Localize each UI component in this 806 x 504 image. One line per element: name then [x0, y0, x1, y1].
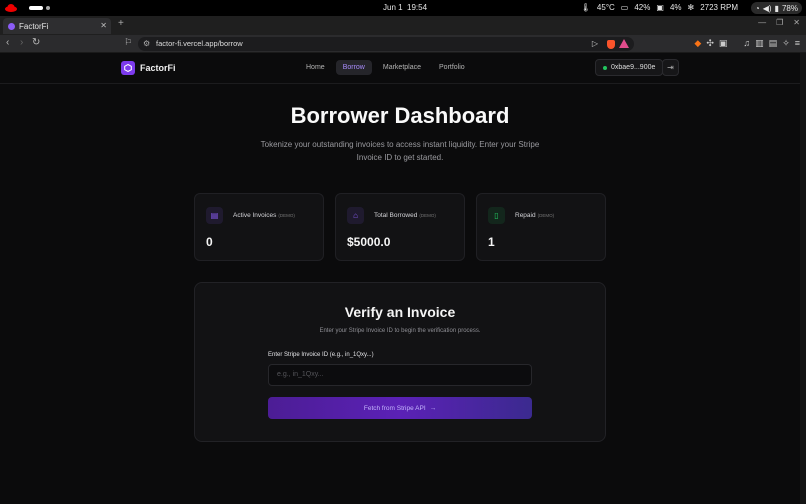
fetch-button-label: Fetch from Stripe API — [363, 404, 426, 412]
nav-borrow[interactable]: Borrow — [335, 60, 372, 75]
mem-readout: 4% — [669, 3, 682, 12]
page-subtitle: Tokenize your outstanding invoices to ac… — [260, 140, 540, 162]
favicon-icon — [8, 22, 15, 30]
window-controls: — ❐ ✕ — [758, 18, 800, 27]
wallet-address: 0xbae9...900e — [611, 64, 656, 71]
clock-date: Jun 1 — [383, 3, 403, 12]
cpu-icon: ▭ — [620, 3, 629, 12]
browser-tab[interactable]: FactorFi ✕ — [3, 18, 111, 34]
reload-icon[interactable]: ↻ — [32, 37, 40, 48]
tab-title: FactorFi — [19, 21, 49, 31]
brand-name[interactable]: FactorFi — [140, 63, 176, 73]
stat-label-text: Active Invoices — [233, 212, 277, 219]
stat-card-repaid: ▯ Repaid (DEMO) 1 — [476, 193, 606, 261]
brave-shields-icon[interactable] — [607, 40, 615, 49]
menu-icon[interactable]: ≡ — [795, 38, 800, 49]
battery-icon: ▮ — [774, 3, 779, 13]
toolbar-spacer — [732, 38, 738, 49]
page-title: Borrower Dashboard — [290, 103, 510, 128]
web-page: FactorFi Home Borrow Marketplace Portfol… — [0, 53, 800, 504]
page-scrollbar[interactable] — [800, 53, 806, 504]
stat-value: 0 — [206, 235, 213, 249]
invoice-id-label: Enter Stripe Invoice ID (e.g., in_1Qxy..… — [268, 352, 374, 358]
clock-time: 19:54 — [407, 3, 428, 12]
arrow-right-icon: → — [429, 404, 437, 412]
system-stats: 🌡 45°C ▭ 42% ▣ 4% ✻ 2723 RPM — [581, 3, 738, 12]
wallet-button[interactable]: 0xbae9...900e — [595, 59, 664, 76]
briefcase-icon: ▤ — [206, 207, 223, 224]
leo-icon[interactable]: ✧ — [782, 38, 790, 49]
extensions-area: ◆ ✣ ▣ ♫ ▥ ▤ ✧ ≡ — [694, 38, 800, 49]
nav-marketplace[interactable]: Marketplace — [376, 60, 428, 75]
system-top-bar: Jun 1 19:54 🌡 45°C ▭ 42% ▣ 4% ✻ 2723 RPM ◔ ◀… — [0, 0, 806, 16]
maximize-icon[interactable]: ❐ — [776, 18, 783, 27]
status-tray[interactable]: ◔ ◀) ▮ 78% — [750, 2, 802, 14]
receipt-icon: ▯ — [488, 207, 505, 224]
sidebar-icon[interactable]: ▥ — [755, 38, 764, 49]
minimize-icon[interactable]: — — [758, 18, 766, 27]
brave-rewards-icon[interactable] — [619, 39, 629, 48]
wallet-icon[interactable]: ▤ — [769, 38, 778, 49]
nav-home[interactable]: Home — [299, 60, 332, 75]
extension-puzzle-icon[interactable]: ✣ — [706, 38, 714, 49]
bank-icon: ⌂ — [347, 207, 364, 224]
stat-label-text: Total Borrowed — [374, 212, 418, 219]
stat-value: $5000.0 — [347, 235, 391, 249]
site-settings-icon[interactable]: ⚙ — [143, 37, 150, 51]
verify-subtitle: Enter your Stripe Invoice ID to begin th… — [319, 328, 481, 334]
demo-tag: (DEMO) — [537, 213, 555, 218]
fan-readout: 2723 RPM — [700, 3, 738, 12]
fetch-stripe-button[interactable]: Fetch from Stripe API → — [268, 397, 532, 419]
stat-label: Repaid (DEMO) — [515, 212, 554, 219]
extension-box-icon[interactable]: ▣ — [719, 38, 728, 49]
system-clock[interactable]: Jun 1 19:54 — [383, 3, 427, 12]
logout-icon: ⇥ — [667, 63, 674, 72]
share-icon[interactable]: ▷ — [592, 37, 598, 51]
stat-label: Total Borrowed (DEMO) — [374, 212, 436, 219]
stat-label: Active Invoices (DEMO) — [233, 212, 295, 219]
verify-title: Verify an Invoice — [344, 304, 456, 320]
stat-label-text: Repaid — [515, 212, 536, 219]
fan-icon: ✻ — [687, 3, 695, 12]
forward-icon[interactable]: › — [20, 37, 23, 48]
cpu-readout: 42% — [634, 3, 651, 12]
temp-readout: 45°C — [596, 3, 615, 12]
battery-readout: 78% — [781, 3, 798, 13]
logout-button[interactable]: ⇥ — [662, 59, 679, 76]
main-nav: Home Borrow Marketplace Portfolio — [299, 60, 472, 75]
thermometer-icon: 🌡 — [580, 3, 591, 12]
connected-status-icon — [603, 65, 607, 70]
demo-tag: (DEMO) — [419, 213, 436, 218]
url-text: factor-fi.vercel.app/borrow — [156, 39, 243, 48]
close-tab-icon[interactable]: ✕ — [100, 21, 107, 30]
close-window-icon[interactable]: ✕ — [793, 18, 800, 27]
stat-card-total-borrowed: ⌂ Total Borrowed (DEMO) $5000.0 — [335, 193, 465, 261]
new-tab-icon[interactable]: + — [118, 18, 124, 29]
workspace-indicator-active[interactable] — [29, 6, 43, 10]
stat-value: 1 — [488, 235, 495, 249]
nav-portfolio[interactable]: Portfolio — [432, 60, 472, 75]
redhat-logo-icon[interactable] — [5, 3, 17, 13]
media-icon[interactable]: ♫ — [743, 38, 750, 49]
invoice-id-input[interactable]: e.g., in_1Qxy... — [268, 364, 532, 386]
wifi-icon: ◔ — [754, 3, 760, 13]
address-bar[interactable]: ⚙ factor-fi.vercel.app/borrow ▷ — [138, 37, 634, 51]
extension-fox-icon[interactable]: ◆ — [694, 38, 701, 49]
workspace-indicator[interactable] — [46, 6, 50, 10]
brand-logo-icon[interactable] — [121, 61, 135, 75]
bookmark-icon[interactable]: ⚐ — [124, 37, 132, 48]
verify-invoice-panel: Verify an Invoice Enter your Stripe Invo… — [194, 282, 606, 442]
app-header: FactorFi Home Borrow Marketplace Portfol… — [0, 53, 800, 84]
volume-icon: ◀) — [762, 3, 772, 13]
back-icon[interactable]: ‹ — [6, 37, 9, 48]
stat-card-active-invoices: ▤ Active Invoices (DEMO) 0 — [194, 193, 324, 261]
demo-tag: (DEMO) — [278, 213, 295, 218]
memory-icon: ▣ — [656, 3, 664, 12]
